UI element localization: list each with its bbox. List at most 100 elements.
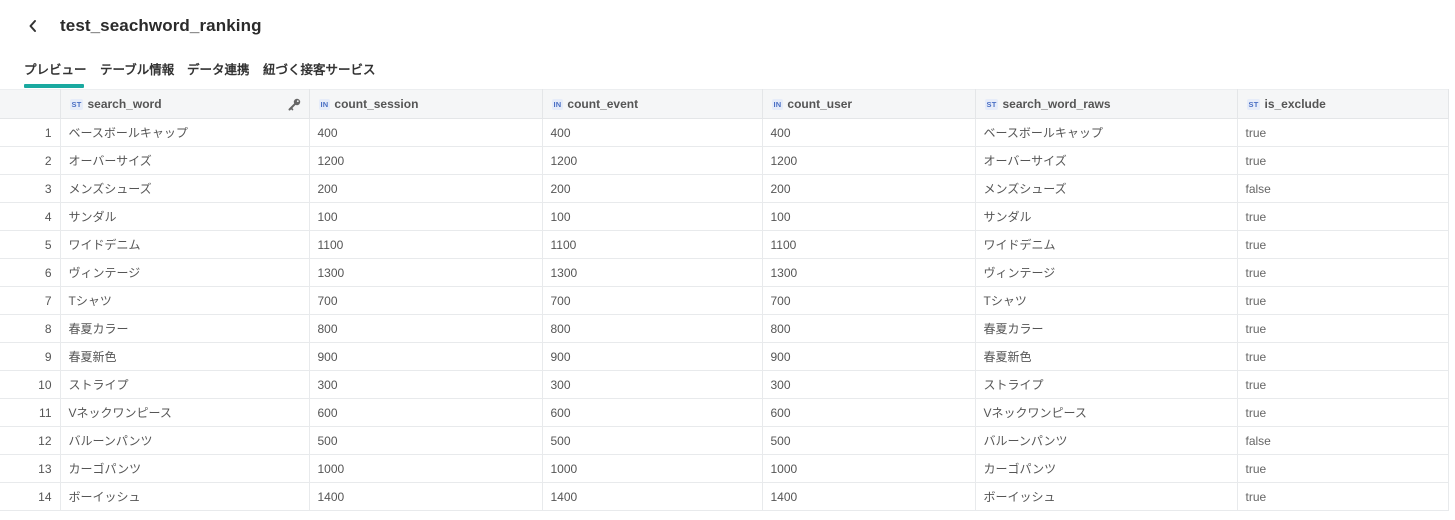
cell-search-word[interactable]: バルーンパンツ — [60, 426, 310, 455]
cell-count-event[interactable]: 800 — [542, 314, 763, 343]
cell-search-word-raws[interactable]: サンダル — [975, 202, 1238, 231]
column-header-count-event[interactable]: IN count_event — [542, 89, 763, 119]
table-row[interactable]: 14 ボーイッシュ 1400 1400 1400 ボーイッシュ true — [0, 482, 1449, 511]
cell-search-word-raws[interactable]: ボーイッシュ — [975, 482, 1238, 511]
table-row[interactable]: 9 春夏新色 900 900 900 春夏新色 true — [0, 342, 1449, 371]
cell-search-word-raws[interactable]: ヴィンテージ — [975, 258, 1238, 287]
table-row[interactable]: 4 サンダル 100 100 100 サンダル true — [0, 202, 1449, 231]
cell-search-word[interactable]: ボーイッシュ — [60, 482, 310, 511]
table-row[interactable]: 1 ベースボールキャップ 400 400 400 ベースボールキャップ true — [0, 118, 1449, 147]
cell-count-session[interactable]: 1000 — [309, 454, 543, 483]
cell-is-exclude[interactable]: true — [1237, 258, 1449, 287]
cell-count-user[interactable]: 800 — [762, 314, 976, 343]
cell-search-word-raws[interactable]: バルーンパンツ — [975, 426, 1238, 455]
table-row[interactable]: 8 春夏カラー 800 800 800 春夏カラー true — [0, 314, 1449, 343]
cell-count-event[interactable]: 700 — [542, 286, 763, 315]
cell-count-user[interactable]: 200 — [762, 174, 976, 203]
cell-search-word-raws[interactable]: Vネックワンピース — [975, 398, 1238, 427]
cell-count-event[interactable]: 500 — [542, 426, 763, 455]
cell-count-user[interactable]: 700 — [762, 286, 976, 315]
table-row[interactable]: 7 Tシャツ 700 700 700 Tシャツ true — [0, 286, 1449, 315]
cell-is-exclude[interactable]: true — [1237, 370, 1449, 399]
cell-count-user[interactable]: 600 — [762, 398, 976, 427]
cell-search-word-raws[interactable]: オーバーサイズ — [975, 146, 1238, 175]
tab-table-info[interactable]: テーブル情報 — [100, 59, 174, 78]
cell-search-word[interactable]: 春夏新色 — [60, 342, 310, 371]
cell-count-session[interactable]: 1300 — [309, 258, 543, 287]
cell-count-session[interactable]: 1400 — [309, 482, 543, 511]
column-header-search-word[interactable]: ST search_word — [60, 89, 310, 119]
cell-is-exclude[interactable]: true — [1237, 146, 1449, 175]
cell-count-session[interactable]: 700 — [309, 286, 543, 315]
table-row[interactable]: 10 ストライプ 300 300 300 ストライプ true — [0, 370, 1449, 399]
cell-is-exclude[interactable]: true — [1237, 314, 1449, 343]
cell-count-event[interactable]: 200 — [542, 174, 763, 203]
column-header-count-session[interactable]: IN count_session — [309, 89, 543, 119]
column-header-is-exclude[interactable]: ST is_exclude — [1237, 89, 1449, 119]
cell-is-exclude[interactable]: true — [1237, 482, 1449, 511]
cell-search-word[interactable]: カーゴパンツ — [60, 454, 310, 483]
cell-count-event[interactable]: 1000 — [542, 454, 763, 483]
cell-is-exclude[interactable]: true — [1237, 230, 1449, 259]
cell-is-exclude[interactable]: true — [1237, 118, 1449, 147]
cell-count-event[interactable]: 600 — [542, 398, 763, 427]
cell-search-word-raws[interactable]: ベースボールキャップ — [975, 118, 1238, 147]
cell-is-exclude[interactable]: true — [1237, 342, 1449, 371]
cell-is-exclude[interactable]: false — [1237, 426, 1449, 455]
cell-search-word[interactable]: ストライプ — [60, 370, 310, 399]
cell-search-word[interactable]: メンズシューズ — [60, 174, 310, 203]
cell-search-word-raws[interactable]: Tシャツ — [975, 286, 1238, 315]
cell-search-word[interactable]: オーバーサイズ — [60, 146, 310, 175]
cell-count-event[interactable]: 400 — [542, 118, 763, 147]
table-row[interactable]: 5 ワイドデニム 1100 1100 1100 ワイドデニム true — [0, 230, 1449, 259]
cell-count-session[interactable]: 500 — [309, 426, 543, 455]
tab-preview[interactable]: プレビュー — [24, 59, 87, 78]
cell-count-user[interactable]: 1300 — [762, 258, 976, 287]
cell-search-word[interactable]: ヴィンテージ — [60, 258, 310, 287]
tab-data-link[interactable]: データ連携 — [187, 59, 250, 78]
cell-search-word[interactable]: 春夏カラー — [60, 314, 310, 343]
cell-count-event[interactable]: 300 — [542, 370, 763, 399]
cell-search-word-raws[interactable]: メンズシューズ — [975, 174, 1238, 203]
cell-count-session[interactable]: 1100 — [309, 230, 543, 259]
cell-count-user[interactable]: 400 — [762, 118, 976, 147]
cell-count-user[interactable]: 1100 — [762, 230, 976, 259]
table-row[interactable]: 6 ヴィンテージ 1300 1300 1300 ヴィンテージ true — [0, 258, 1449, 287]
column-header-search-word-raws[interactable]: ST search_word_raws — [975, 89, 1238, 119]
cell-count-event[interactable]: 1100 — [542, 230, 763, 259]
cell-is-exclude[interactable]: false — [1237, 174, 1449, 203]
table-row[interactable]: 2 オーバーサイズ 1200 1200 1200 オーバーサイズ true — [0, 146, 1449, 175]
cell-is-exclude[interactable]: true — [1237, 286, 1449, 315]
cell-search-word[interactable]: サンダル — [60, 202, 310, 231]
table-row[interactable]: 13 カーゴパンツ 1000 1000 1000 カーゴパンツ true — [0, 454, 1449, 483]
cell-count-session[interactable]: 900 — [309, 342, 543, 371]
cell-count-user[interactable]: 1200 — [762, 146, 976, 175]
table-row[interactable]: 12 バルーンパンツ 500 500 500 バルーンパンツ false — [0, 426, 1449, 455]
back-button[interactable] — [24, 15, 42, 37]
cell-search-word[interactable]: ワイドデニム — [60, 230, 310, 259]
cell-count-event[interactable]: 1200 — [542, 146, 763, 175]
cell-count-event[interactable]: 900 — [542, 342, 763, 371]
cell-count-session[interactable]: 400 — [309, 118, 543, 147]
cell-count-event[interactable]: 1300 — [542, 258, 763, 287]
cell-search-word-raws[interactable]: 春夏カラー — [975, 314, 1238, 343]
cell-count-user[interactable]: 900 — [762, 342, 976, 371]
cell-count-session[interactable]: 300 — [309, 370, 543, 399]
cell-search-word-raws[interactable]: カーゴパンツ — [975, 454, 1238, 483]
cell-count-user[interactable]: 1400 — [762, 482, 976, 511]
cell-search-word-raws[interactable]: ワイドデニム — [975, 230, 1238, 259]
cell-count-event[interactable]: 100 — [542, 202, 763, 231]
cell-count-session[interactable]: 600 — [309, 398, 543, 427]
cell-is-exclude[interactable]: true — [1237, 398, 1449, 427]
tab-linked-services[interactable]: 紐づく接客サービス — [263, 59, 376, 78]
cell-count-session[interactable]: 200 — [309, 174, 543, 203]
cell-count-session[interactable]: 1200 — [309, 146, 543, 175]
cell-count-user[interactable]: 100 — [762, 202, 976, 231]
cell-is-exclude[interactable]: true — [1237, 454, 1449, 483]
cell-count-user[interactable]: 300 — [762, 370, 976, 399]
cell-search-word[interactable]: Vネックワンピース — [60, 398, 310, 427]
cell-search-word[interactable]: ベースボールキャップ — [60, 118, 310, 147]
cell-search-word[interactable]: Tシャツ — [60, 286, 310, 315]
cell-count-session[interactable]: 100 — [309, 202, 543, 231]
cell-count-user[interactable]: 1000 — [762, 454, 976, 483]
